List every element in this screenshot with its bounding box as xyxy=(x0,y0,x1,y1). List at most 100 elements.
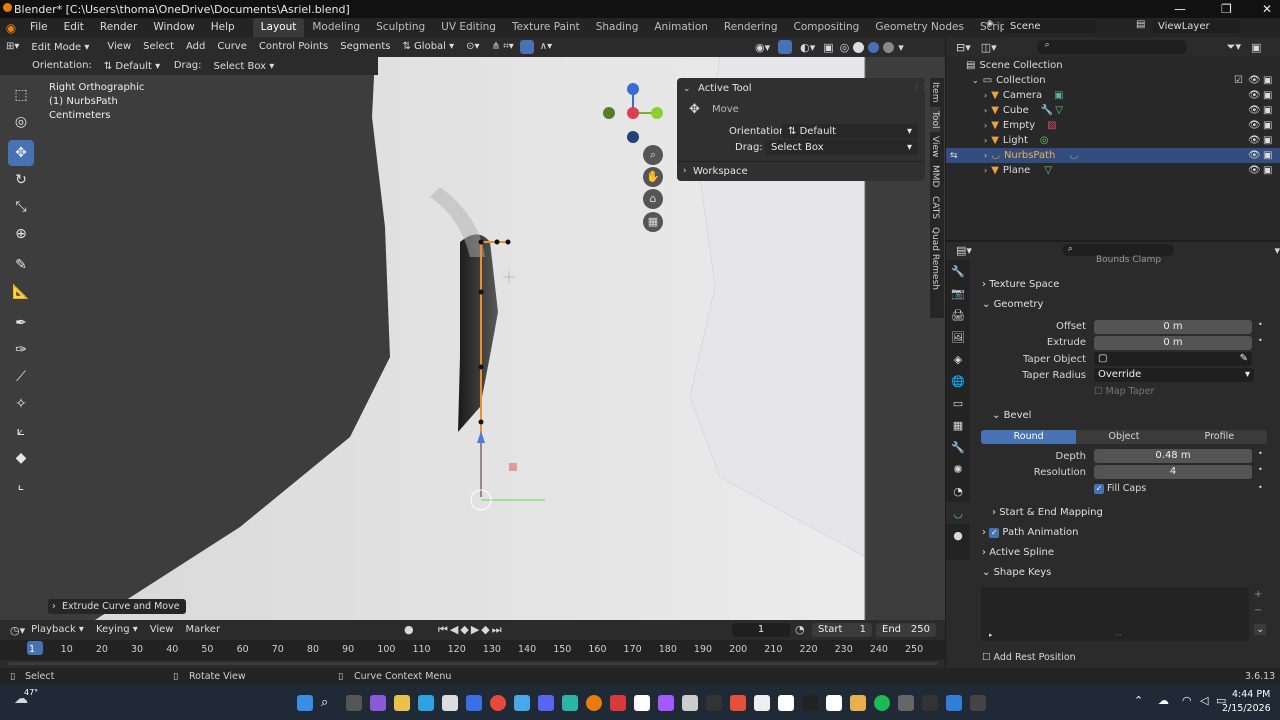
record-icon[interactable]: ● xyxy=(404,623,414,636)
close-icon[interactable]: ✕ xyxy=(1262,2,1272,16)
menu-file[interactable]: File xyxy=(22,18,56,37)
maximize-icon[interactable]: ❐ xyxy=(1221,2,1232,16)
annotate-tool-icon[interactable]: ✎ xyxy=(8,252,34,278)
control-point[interactable] xyxy=(505,239,511,245)
eye-icon[interactable]: 👁 xyxy=(1248,150,1261,161)
eye-icon[interactable]: 👁 xyxy=(1248,135,1261,146)
clock-date[interactable]: 2/15/2026 xyxy=(1222,703,1271,714)
tab-geometry-nodes[interactable]: Geometry Nodes xyxy=(867,18,972,37)
keyframe-dot-icon[interactable]: • xyxy=(1258,449,1263,458)
transform-orientation-dropdown[interactable]: ⇅ Global ▾ xyxy=(396,37,460,57)
control-point[interactable] xyxy=(494,239,500,245)
object-tab-icon[interactable]: ▦ xyxy=(946,414,970,436)
shape-keys-list[interactable]: ▸ ⋯ xyxy=(981,587,1249,641)
outliner-scene-collection[interactable]: ▤ Scene Collection xyxy=(946,58,1280,73)
app-icon[interactable] xyxy=(562,695,578,711)
app-icon[interactable] xyxy=(730,695,746,711)
shape-key-menu-icon[interactable]: ⌄ xyxy=(1254,624,1267,635)
menu-add[interactable]: Add xyxy=(180,37,211,57)
move-tool-icon[interactable]: ✥ xyxy=(8,140,34,166)
control-point[interactable] xyxy=(478,239,484,245)
blender-menu-icon[interactable]: ◉ xyxy=(0,21,22,35)
measure-tool-icon[interactable]: 📐 xyxy=(8,279,34,305)
bevel-mode-object[interactable]: Object xyxy=(1076,430,1172,444)
chevron-up-icon[interactable]: ⌃ xyxy=(1134,694,1143,707)
menu-keying[interactable]: Keying ▾ xyxy=(90,620,144,640)
wifi-icon[interactable]: ◠ xyxy=(1182,694,1192,707)
bevel-section[interactable]: ⌄ Bevel xyxy=(992,410,1031,421)
camera-render-icon[interactable]: ▣ xyxy=(1263,75,1272,86)
view-layer-tab-icon[interactable]: 🖼 xyxy=(946,326,970,348)
proportional-edit-icon[interactable] xyxy=(519,40,534,54)
nav-gizmo-x[interactable] xyxy=(627,107,639,119)
tab-texture-paint[interactable]: Texture Paint xyxy=(504,18,588,37)
search-icon[interactable]: ⌕ xyxy=(321,695,337,711)
eye-icon[interactable]: 👁 xyxy=(1248,120,1261,131)
tab-quad-remesh[interactable]: Quad Remesh xyxy=(930,223,940,294)
app-icon[interactable] xyxy=(850,695,866,711)
menu-marker[interactable]: Marker xyxy=(179,620,226,640)
pivot-icon[interactable]: ⊙▾ xyxy=(460,37,485,57)
timeline-scrollbar[interactable] xyxy=(8,662,938,665)
app-icon[interactable] xyxy=(970,695,986,711)
camera-render-icon[interactable]: ▣ xyxy=(1263,165,1272,176)
app-icon[interactable] xyxy=(898,695,914,711)
panel-drag-dropdown[interactable]: Select Box ▾ xyxy=(765,140,918,155)
render-tab-icon[interactable]: 📷 xyxy=(946,282,970,304)
eye-icon[interactable]: 👁 xyxy=(1248,165,1261,176)
outliner-item-plane[interactable]: › ▼ Plane ▽ 👁 ▣ xyxy=(946,163,1280,178)
overlay-icon[interactable]: ◐▾ xyxy=(800,41,815,54)
rotate-tool-icon[interactable]: ↻ xyxy=(8,167,34,193)
outliner-editor-icon[interactable]: ⊟▾ xyxy=(956,41,971,54)
menu-playback[interactable]: Playback ▾ xyxy=(25,620,90,640)
options-icon[interactable]: ▾ xyxy=(1274,244,1280,257)
app-icon[interactable] xyxy=(802,695,818,711)
camera-render-icon[interactable]: ▣ xyxy=(1263,150,1272,161)
end-frame-field[interactable]: End 250 xyxy=(876,623,936,637)
tab-animation[interactable]: Animation xyxy=(646,18,716,37)
outliner-item-empty[interactable]: › ▼ Empty ▨ 👁 ▣ xyxy=(946,118,1280,133)
map-taper-checkbox[interactable]: ☐ Map Taper xyxy=(1094,386,1154,397)
menu-render[interactable]: Render xyxy=(92,18,145,37)
output-tab-icon[interactable]: 🖨 xyxy=(946,304,970,326)
taper-radius-dropdown[interactable]: Override ▾ xyxy=(1094,368,1254,382)
tab-modeling[interactable]: Modeling xyxy=(304,18,368,37)
panel-orientation-dropdown[interactable]: ⇅ Default ▾ xyxy=(782,124,918,139)
xray-icon[interactable]: ▣ xyxy=(823,41,833,54)
tab-uv-editing[interactable]: UV Editing xyxy=(433,18,504,37)
radius-tool-icon[interactable]: ✧ xyxy=(8,391,34,417)
texture-space-section[interactable]: › Texture Space xyxy=(982,279,1059,290)
offset-field[interactable]: 0 m xyxy=(1094,320,1252,334)
blender-taskbar-icon[interactable] xyxy=(586,695,602,711)
solid-shading-icon[interactable] xyxy=(853,41,865,53)
bevel-mode-profile[interactable]: Profile xyxy=(1171,430,1267,444)
app-icon[interactable] xyxy=(706,695,722,711)
checkbox-icon[interactable]: ☑ xyxy=(1234,75,1243,86)
tab-cats[interactable]: CATS xyxy=(930,192,940,223)
active-spline-section[interactable]: › Active Spline xyxy=(982,547,1054,558)
outliner-collection[interactable]: ⌄ ▭ Collection ☑ 👁 ▣ xyxy=(946,73,1280,88)
shape-keys-section[interactable]: ⌄ Shape Keys xyxy=(982,567,1051,578)
menu-curve[interactable]: Curve xyxy=(211,37,253,57)
modifier-tab-icon[interactable]: 🔧 xyxy=(946,436,970,458)
nav-gizmo-neg-z[interactable] xyxy=(627,131,639,143)
add-shape-key-icon[interactable]: + xyxy=(1254,589,1262,600)
tool-tab-icon[interactable]: 🔧 xyxy=(946,260,970,282)
perspective-grid-icon[interactable]: ▦ xyxy=(643,212,663,232)
camera-render-icon[interactable]: ▣ xyxy=(1263,90,1272,101)
tab-mmd[interactable]: MMD xyxy=(930,161,940,191)
extrude-tool-icon[interactable]: ⟋ xyxy=(8,364,34,390)
edit-mode-icon[interactable]: ⇆ xyxy=(950,151,958,161)
tab-sculpting[interactable]: Sculpting xyxy=(368,18,433,37)
menu-select[interactable]: Select xyxy=(137,37,180,57)
depth-field[interactable]: 0.48 m xyxy=(1094,449,1252,463)
app-icon[interactable] xyxy=(634,695,650,711)
camera-render-icon[interactable]: ▣ xyxy=(1263,105,1272,116)
remove-shape-key-icon[interactable]: − xyxy=(1254,605,1262,616)
timeline-editor-icon[interactable]: ◷▾ xyxy=(10,624,25,637)
shear-tool-icon[interactable]: ⌞ xyxy=(8,472,34,498)
edge-icon[interactable] xyxy=(418,695,434,711)
visibility-icon[interactable]: ◉▾ xyxy=(755,41,770,54)
active-tool-header[interactable]: ⌄ Active Tool xyxy=(683,81,752,94)
outliner-search-input[interactable]: ⌕ xyxy=(1036,40,1187,54)
